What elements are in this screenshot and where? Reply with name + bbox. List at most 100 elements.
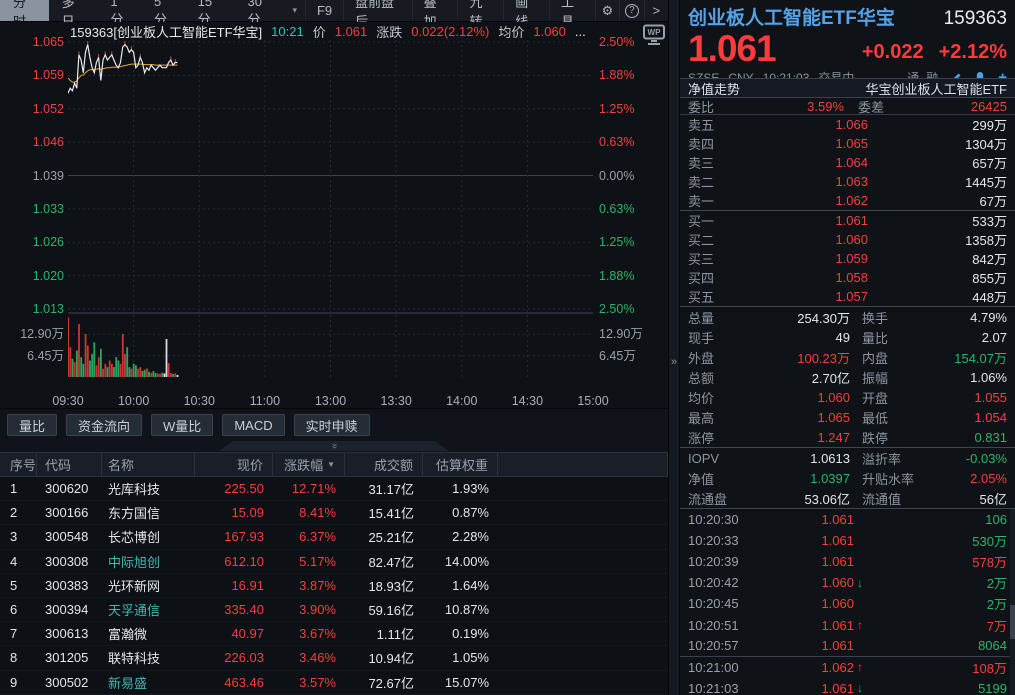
tick-scrollbar[interactable] <box>1010 509 1015 695</box>
ask-level-卖一[interactable]: 卖一1.06267万 <box>680 191 1015 210</box>
cell-code: 300383 <box>37 578 102 593</box>
toolbar-item-draw-line[interactable]: 画线 <box>503 0 549 21</box>
ask-level-卖五[interactable]: 卖五1.066299万 <box>680 115 1015 134</box>
cell-price: 463.46 <box>195 675 273 690</box>
cell-est-weight: 10.87% <box>423 602 498 617</box>
bid-level-买五[interactable]: 买五1.057448万 <box>680 287 1015 306</box>
table-row-300620[interactable]: 1300620光库科技225.5012.71%31.17亿1.93% <box>0 477 668 501</box>
tick-row-10:20:33: 10:20:331.061530万 <box>680 530 1015 551</box>
period-tab-多日[interactable]: 多日 <box>49 0 98 21</box>
stat-value: 1.247 <box>750 430 850 445</box>
col-header-seq[interactable]: 序号 <box>0 453 37 476</box>
cell-turnover: 18.93亿 <box>345 576 423 595</box>
ask-level-卖四[interactable]: 卖四1.0651304万 <box>680 134 1015 153</box>
level-label: 卖五 <box>688 115 734 134</box>
stat-value: 1.0397 <box>750 471 850 486</box>
toolbar-item-overlay[interactable]: 叠加 <box>412 0 458 21</box>
y-axis-volume-label: 12.90万 <box>599 326 659 342</box>
cell-code: 300620 <box>37 481 102 496</box>
toolbar-items: F9盘前盘后叠加九转画线工具 <box>305 0 595 21</box>
cell-pct-change: 3.46% <box>273 650 345 665</box>
tick-price: 1.060 <box>758 596 854 611</box>
tick-list[interactable]: 10:20:301.06110610:20:331.061530万10:20:3… <box>680 509 1015 695</box>
table-row-301205[interactable]: 8301205联特科技226.033.46%10.94亿1.05% <box>0 646 668 670</box>
table-row-300383[interactable]: 5300383光环新网16.913.87%18.93亿1.64% <box>0 574 668 598</box>
pane-divider[interactable]: » <box>668 0 680 695</box>
stat-value: 1.065 <box>750 410 850 425</box>
indicator-tab-实时申赎[interactable]: 实时申赎 <box>294 414 370 436</box>
table-row-300502[interactable]: 9300502新易盛463.463.57%72.67亿15.07% <box>0 671 668 695</box>
cell-turnover: 31.17亿 <box>345 479 423 498</box>
toolbar-item-tools[interactable]: 工具 <box>549 0 595 21</box>
indicator-tab-MACD[interactable]: MACD <box>222 414 284 436</box>
bid-level-买三[interactable]: 买三1.059842万 <box>680 249 1015 268</box>
table-row-300166[interactable]: 2300166东方国信15.098.41%15.41亿0.87% <box>0 501 668 525</box>
tick-volume: 2万 <box>872 594 1007 613</box>
stat-value: 2.07 <box>934 330 1007 345</box>
cell-seq: 7 <box>0 626 37 641</box>
col-header-pct-change[interactable]: 涨跌幅▼ <box>273 453 345 476</box>
stat-row-总量: 总量254.30万换手4.79% <box>680 307 1015 327</box>
stat-value: 2.70亿 <box>750 368 850 387</box>
indicator-tab-W量比[interactable]: W量比 <box>151 414 213 436</box>
toolbar-item-pre-post-market[interactable]: 盘前盘后 <box>343 0 412 21</box>
indicator-tab-量比[interactable]: 量比 <box>7 414 57 436</box>
cell-est-weight: 2.28% <box>423 529 498 544</box>
col-header-est-weight[interactable]: 估算权重 <box>423 453 498 476</box>
toolbar-item-nine-turn[interactable]: 九转 <box>457 0 503 21</box>
panel-collapse-handle[interactable]: » <box>219 441 449 451</box>
gear-icon[interactable]: ⚙ <box>595 0 619 21</box>
level-price: 1.058 <box>734 270 868 285</box>
cell-name: 中际旭创 <box>102 552 195 571</box>
table-row-300308[interactable]: 4300308中际旭创612.105.17%82.47亿14.00% <box>0 550 668 574</box>
constituents-table: 序号代码名称现价涨跌幅▼成交额估算权重 1300620光库科技225.5012.… <box>0 452 668 695</box>
bid-level-买四[interactable]: 买四1.058855万 <box>680 268 1015 287</box>
col-header-price[interactable]: 现价 <box>195 453 273 476</box>
nav-trend-tab[interactable]: 净值走势 <box>688 79 740 98</box>
tick-row-10:20:39: 10:20:391.061578万 <box>680 551 1015 572</box>
col-header-turnover[interactable]: 成交额 <box>345 453 423 476</box>
bid-level-买二[interactable]: 买二1.0601358万 <box>680 230 1015 249</box>
period-tab-分时[interactable]: 分时 <box>0 0 49 21</box>
tick-row-10:20:51: 10:20:511.061↑7万 <box>680 614 1015 635</box>
level-price: 1.062 <box>734 193 868 208</box>
period-tab-1分[interactable]: 1分 <box>97 0 141 21</box>
ask-level-卖二[interactable]: 卖二1.0631445万 <box>680 172 1015 191</box>
stat-value: 1.054 <box>934 410 1007 425</box>
chart-more-ellipsis[interactable]: ... <box>575 24 586 39</box>
cell-price: 16.91 <box>195 578 273 593</box>
table-row-300613[interactable]: 7300613富瀚微40.973.67%1.11亿0.19% <box>0 622 668 646</box>
tick-down-arrow-icon: ↓ <box>854 681 872 695</box>
toolbar-item-f9[interactable]: F9 <box>305 0 343 21</box>
indicator-tab-资金流向[interactable]: 资金流向 <box>66 414 142 436</box>
level-label: 卖一 <box>688 191 734 210</box>
minute-chart-plot[interactable] <box>68 40 593 380</box>
table-header-row: 序号代码名称现价涨跌幅▼成交额估算权重 <box>0 452 668 477</box>
table-row-300548[interactable]: 3300548长芯博创167.936.37%25.21亿2.28% <box>0 525 668 549</box>
table-row-300394[interactable]: 6300394天孚通信335.403.90%59.16亿10.87% <box>0 598 668 622</box>
period-tab-5分[interactable]: 5分 <box>141 0 185 21</box>
stat-label: 溢折率 <box>862 449 934 468</box>
period-tab-30分[interactable]: 30分 <box>235 0 285 21</box>
toolbar-expand-icon[interactable]: > <box>644 0 668 21</box>
tick-time: 10:20:51 <box>688 618 758 633</box>
x-axis-time-label: 14:30 <box>504 393 550 409</box>
y-axis-pct-label: 0.63% <box>599 201 659 217</box>
stat-label: IOPV <box>688 451 750 466</box>
bid-level-买一[interactable]: 买一1.061533万 <box>680 211 1015 230</box>
help-icon[interactable]: ? <box>619 0 643 21</box>
scrollbar-thumb[interactable] <box>1010 605 1015 639</box>
level-volume: 657万 <box>868 153 1007 172</box>
minute-chart[interactable]: 159363[创业板人工智能ETF华宝] 10:21 价 1.061 涨跌 0.… <box>0 22 668 408</box>
col-header-code[interactable]: 代码 <box>37 453 102 476</box>
price-change-pct: +2.12% <box>939 41 1007 64</box>
stat-label: 升贴水率 <box>862 469 934 488</box>
period-dropdown-icon[interactable]: ▾ <box>284 0 305 21</box>
y-axis-pct-label: 1.25% <box>599 101 659 117</box>
weibi-value: 3.59% <box>734 99 844 114</box>
cell-pct-change: 12.71% <box>273 481 345 496</box>
ask-level-卖三[interactable]: 卖三1.064657万 <box>680 153 1015 172</box>
col-header-name[interactable]: 名称 <box>102 453 195 476</box>
period-tab-15分[interactable]: 15分 <box>185 0 235 21</box>
tick-row-10:20:57: 10:20:571.0618064 <box>680 636 1015 657</box>
